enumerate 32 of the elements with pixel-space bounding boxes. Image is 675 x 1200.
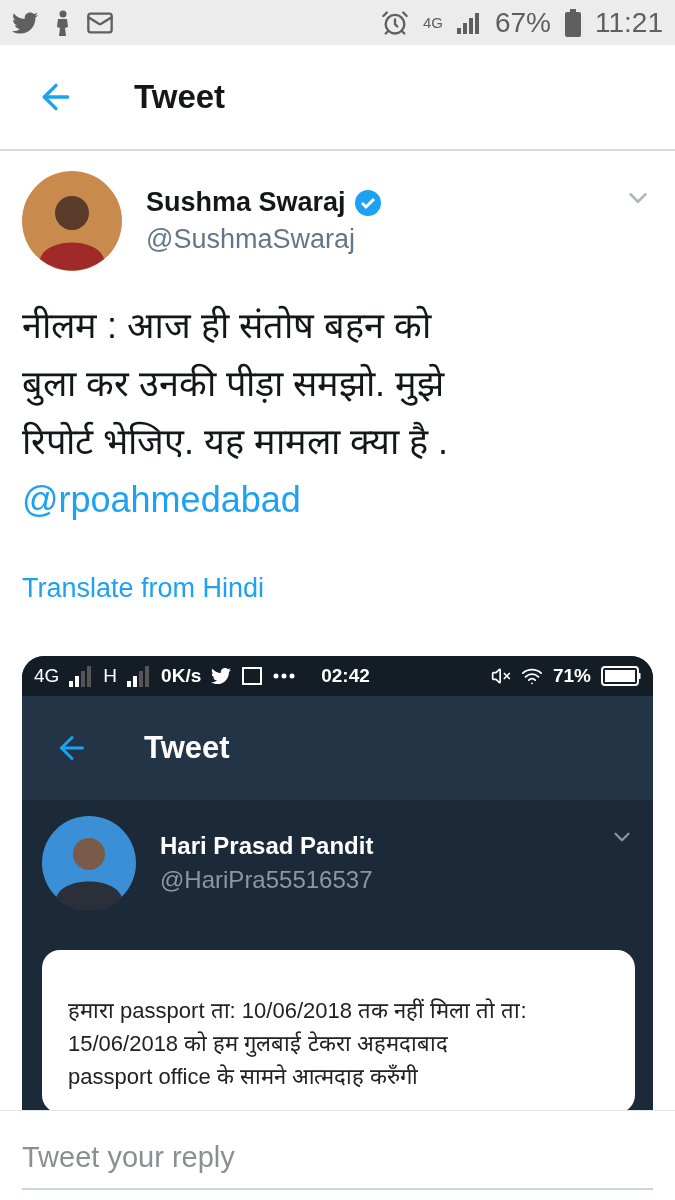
translate-link[interactable]: Translate from Hindi: [22, 573, 265, 604]
card-text: हमारा passport ता: 10/06/2018 तक नहीं मिला तो ता:: [68, 997, 528, 1025]
author-name: Sushma Swaraj: [146, 187, 346, 218]
battery-percent: 71%: [552, 665, 591, 687]
signal-icon: [69, 665, 94, 687]
twitter-bird-icon: [211, 666, 232, 686]
battery-icon: [565, 8, 581, 37]
network-type: 4G: [34, 665, 60, 687]
clock: 11:21: [595, 6, 663, 39]
more-icon: [273, 673, 296, 679]
author-name: Hari Prasad Pandit: [160, 832, 375, 860]
author-handle: @SushmaSwaraj: [146, 224, 356, 255]
battery-percent: 67%: [494, 6, 551, 39]
signal-icon: [127, 665, 152, 687]
clock: 02:42: [321, 665, 370, 687]
card-text: 15/06/2018 को हम गुलबाई टेकरा अहमदाबाद: [68, 1030, 449, 1059]
tweet-text: रिपोर्ट भेजिए. यह मामला क्या है .: [22, 420, 449, 464]
card-text: passport office के सामने आत्मदाह करुँगी: [68, 1063, 420, 1091]
tweet-text: बुला कर उनकी पीड़ा समझो. मुझे: [22, 362, 446, 408]
alarm-icon: [380, 8, 409, 37]
data-speed: 0K/s: [161, 665, 202, 687]
author-handle: @HariPra55516537: [160, 866, 374, 894]
signal-icon: [456, 11, 481, 34]
screenshot-icon: [241, 666, 264, 686]
page-title: Tweet: [134, 78, 226, 116]
network-type: 4G: [422, 14, 443, 31]
mention-link[interactable]: @rpoahmedabad: [22, 471, 301, 529]
page-title: Tweet: [144, 730, 230, 766]
battery-icon: [601, 666, 641, 686]
tweet-text: नीलम : आज ही संतोष बहन को: [22, 304, 433, 348]
network-type: H: [103, 665, 118, 687]
mute-icon: [490, 666, 511, 686]
